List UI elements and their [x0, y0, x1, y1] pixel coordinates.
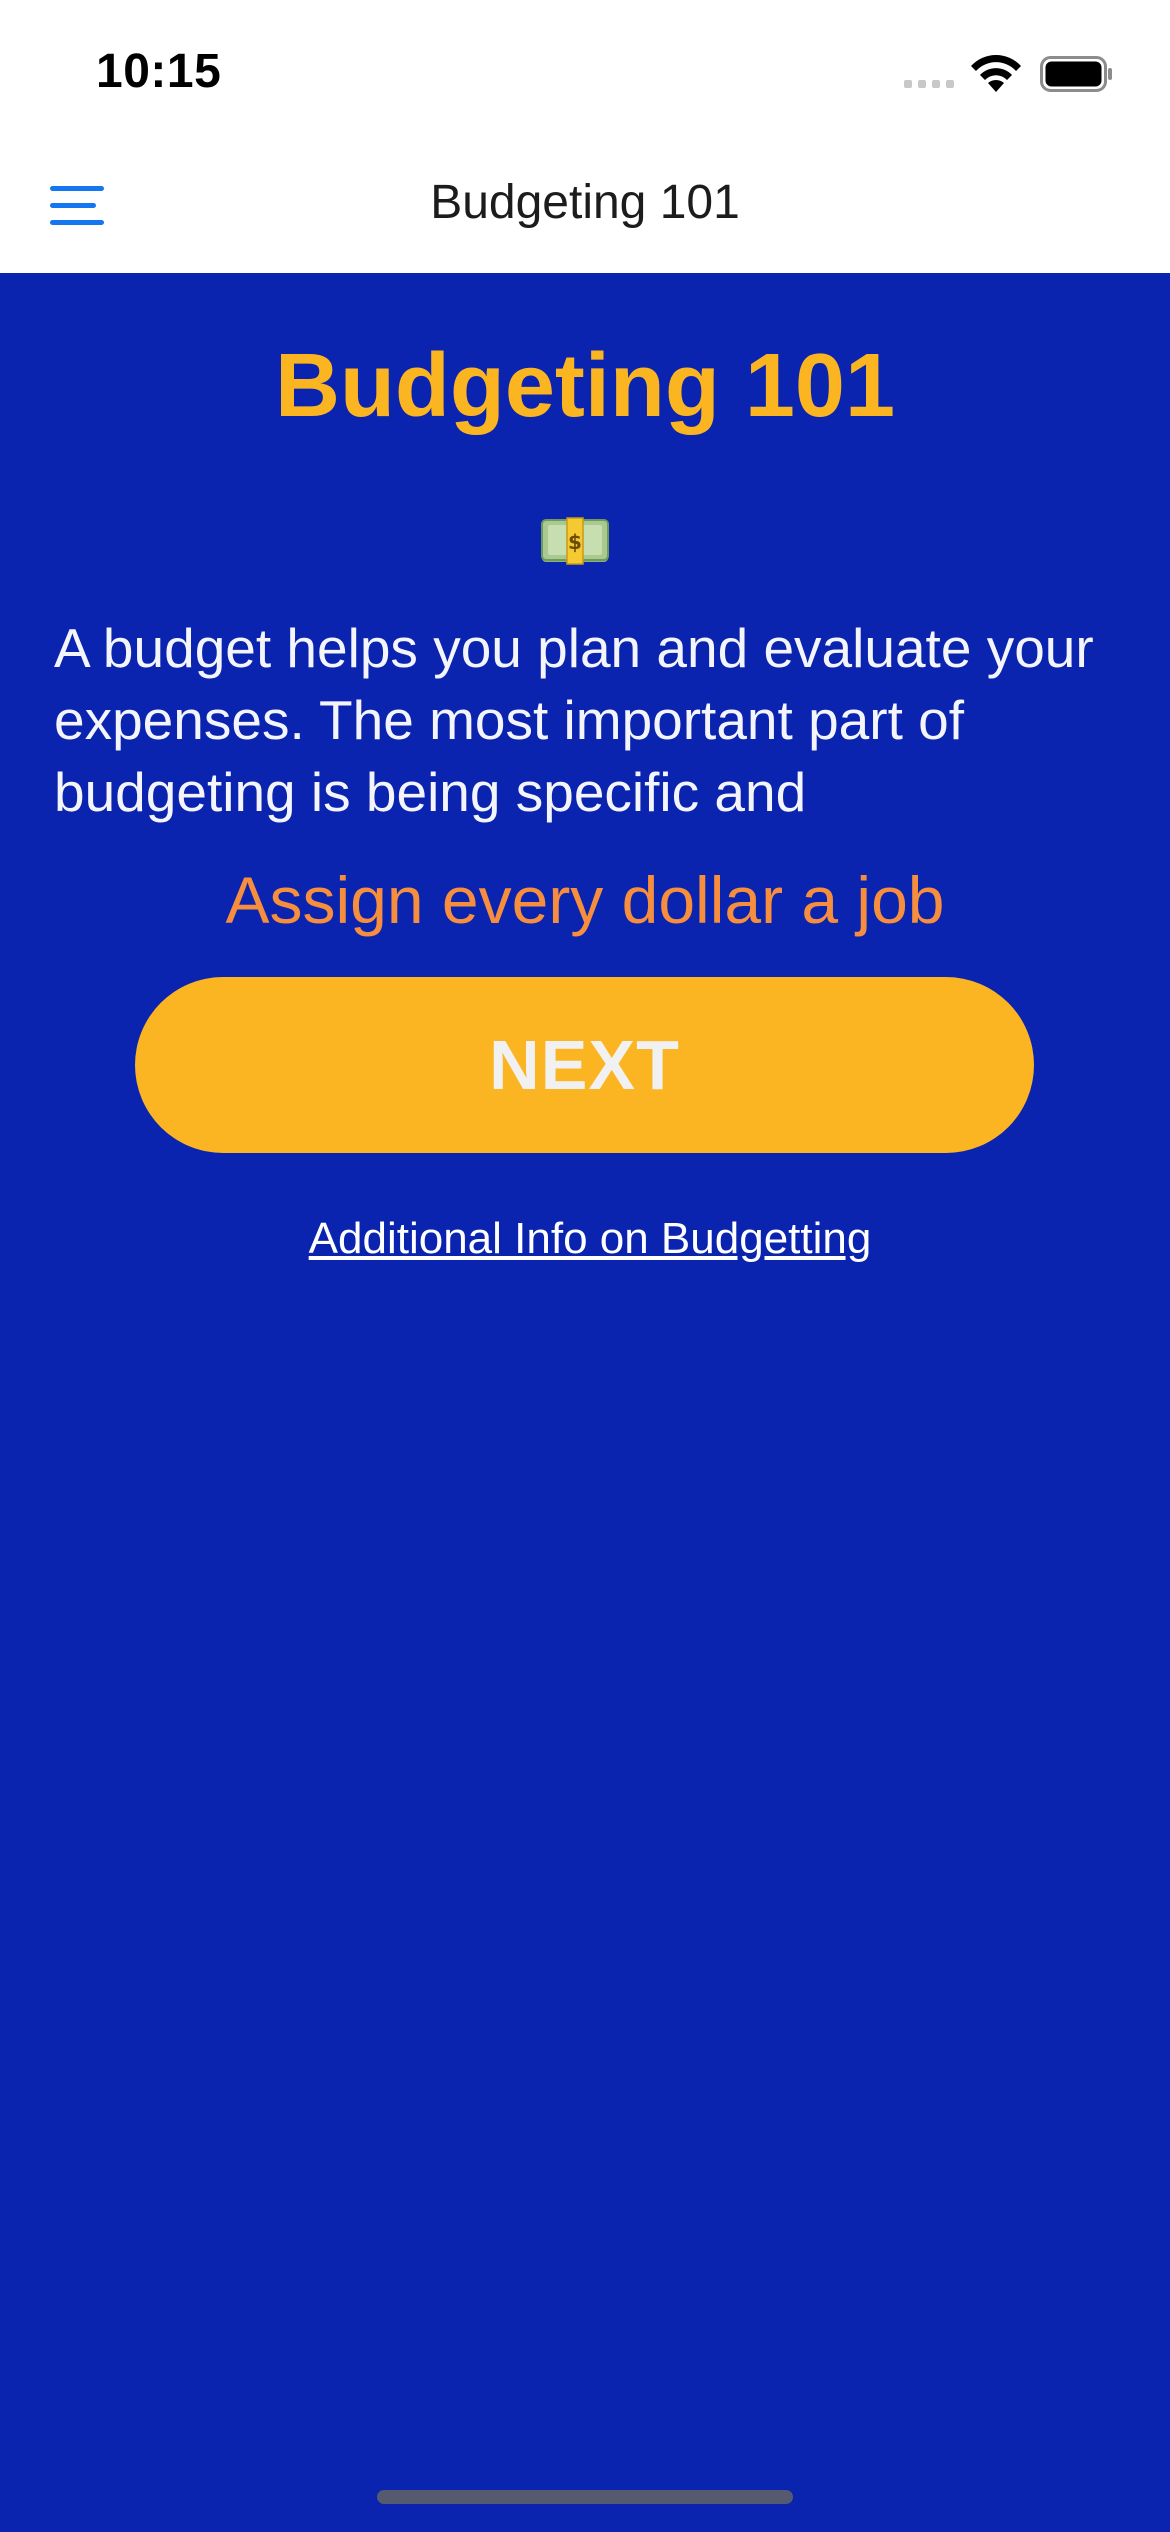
battery-icon	[1040, 56, 1112, 92]
cellular-signal-icon	[904, 80, 954, 88]
top-bar-area: 10:15 Budgeting 101	[0, 0, 1170, 273]
home-indicator[interactable]	[377, 2490, 793, 2504]
money-bill-icon: $	[541, 517, 609, 565]
nav-title: Budgeting 101	[430, 176, 740, 229]
page-heading: Budgeting 101	[274, 336, 896, 436]
status-time: 10:15	[96, 45, 222, 98]
additional-info-link[interactable]: Additional Info on Budgetting	[0, 1214, 1170, 1264]
tagline: Assign every dollar a job	[225, 863, 945, 937]
next-button[interactable]: NEXT	[135, 977, 1034, 1153]
svg-text:$: $	[568, 530, 582, 554]
wifi-icon	[971, 55, 1021, 92]
body-text: A budget helps you plan and evaluate you…	[54, 617, 1094, 823]
